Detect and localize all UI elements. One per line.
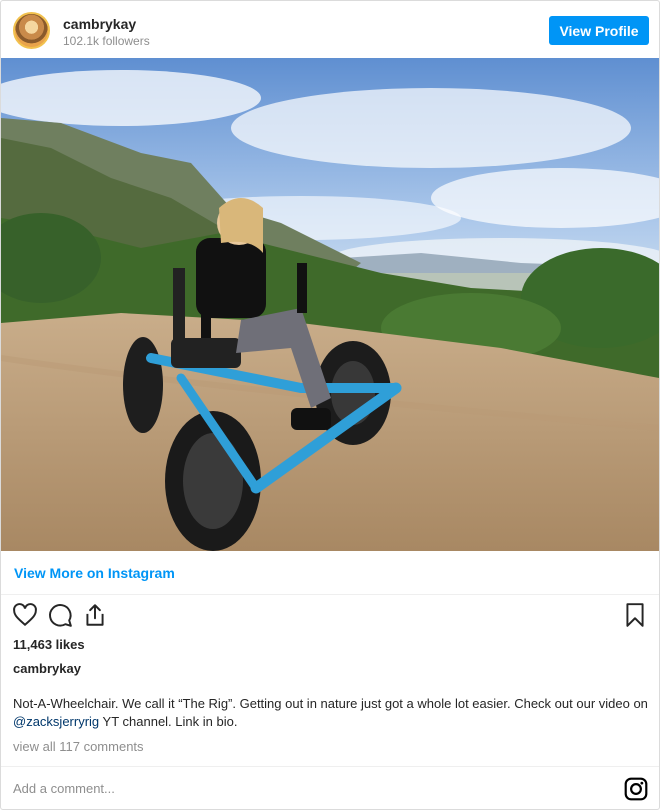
view-more-row: View More on Instagram (1, 551, 659, 595)
caption-username[interactable]: cambrykay (13, 661, 81, 676)
share-icon[interactable] (82, 602, 108, 628)
instagram-embed-card: cambrykay 102.1k followers View Profile (0, 0, 660, 810)
instagram-logo-icon[interactable] (623, 776, 649, 802)
caption-text-start: Not-A-Wheelchair. We call it “The Rig”. … (13, 696, 648, 711)
heart-icon[interactable] (12, 602, 38, 628)
view-profile-button[interactable]: View Profile (549, 16, 649, 45)
action-bar (1, 597, 659, 633)
avatar[interactable] (13, 12, 50, 49)
view-all-comments-link[interactable]: view all 117 comments (13, 739, 144, 754)
post-header: cambrykay 102.1k followers View Profile (1, 1, 659, 59)
view-more-on-instagram-link[interactable]: View More on Instagram (14, 565, 175, 581)
comment-icon[interactable] (47, 602, 73, 628)
mention-link[interactable]: @zacksjerryrig (13, 714, 99, 729)
photo-illustration (1, 58, 659, 551)
follower-count: 102.1k followers (63, 34, 150, 48)
post-photo[interactable] (1, 58, 659, 551)
post-caption: Not-A-Wheelchair. We call it “The Rig”. … (13, 695, 651, 731)
caption-text-end: YT channel. Link in bio. (99, 714, 238, 729)
bookmark-icon[interactable] (622, 602, 648, 628)
username[interactable]: cambrykay (63, 16, 136, 32)
comment-footer: Add a comment... (1, 766, 659, 810)
add-comment-input[interactable]: Add a comment... (13, 781, 115, 796)
like-count[interactable]: 11,463 likes (13, 637, 85, 652)
